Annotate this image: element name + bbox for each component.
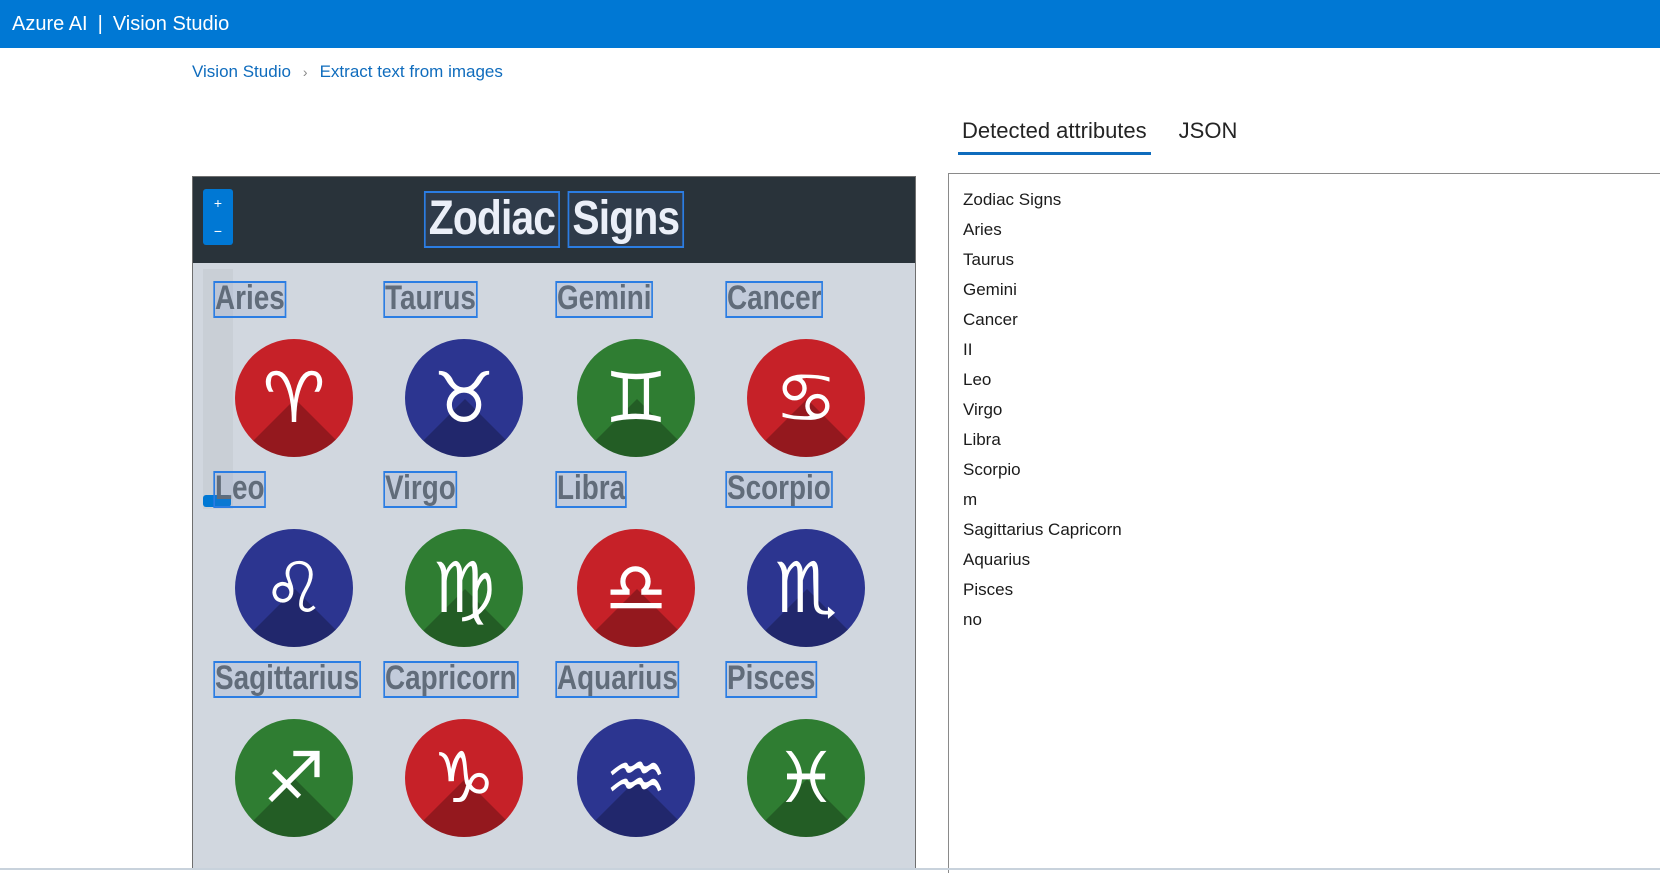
text-bounding-box bbox=[555, 661, 680, 698]
attributes-panel: Zodiac Signs Aries Taurus Gemini Cancer II Leo… bbox=[948, 173, 1660, 873]
text-bounding-box bbox=[725, 281, 824, 318]
text-bounding-box bbox=[383, 661, 519, 698]
attribute-item: Libra bbox=[963, 430, 1001, 449]
aquarius-symbol-icon: ♒ bbox=[577, 719, 695, 837]
zodiac-sign-scorpio: Scorpio bbox=[707, 469, 897, 508]
text-bounding-box bbox=[213, 281, 287, 318]
symbol-glyph: ♊ bbox=[604, 357, 668, 439]
title-word-bounding-box bbox=[567, 191, 685, 248]
symbol-glyph: ♍ bbox=[432, 547, 496, 629]
sign-label: Sagittarius bbox=[213, 659, 361, 698]
zodiac-sign-taurus: Taurus bbox=[365, 279, 555, 318]
attribute-item: m bbox=[963, 490, 978, 509]
sign-label: Virgo bbox=[383, 469, 458, 508]
image-title-word-2: Signs bbox=[567, 191, 685, 248]
attribute-item: no bbox=[963, 610, 982, 629]
attribute-item: II bbox=[963, 340, 973, 359]
symbol-glyph: ♈ bbox=[262, 357, 326, 439]
attribute-item: Leo bbox=[963, 370, 992, 389]
symbol-glyph: ♒ bbox=[604, 737, 668, 819]
sagittarius-symbol-icon: ♐ bbox=[235, 719, 353, 837]
attribute-item: Cancer bbox=[963, 310, 1018, 329]
libra-symbol-icon: ♎ bbox=[577, 529, 695, 647]
sign-label: Cancer bbox=[725, 279, 824, 318]
sign-label: Capricorn bbox=[383, 659, 519, 698]
attribute-item: Aries bbox=[963, 220, 1002, 239]
breadcrumb: Vision Studio › Extract text from images bbox=[192, 62, 503, 82]
gemini-symbol-icon: ♊ bbox=[577, 339, 695, 457]
result-tabs: Detected attributes JSON bbox=[958, 116, 1265, 155]
text-bounding-box bbox=[725, 661, 818, 698]
image-viewer[interactable]: Zodiac Signs + − Aries ♈ Taurus ♉ Gemini ♊ Can… bbox=[192, 176, 916, 870]
text-bounding-box bbox=[383, 281, 478, 318]
zodiac-sign-libra: Libra bbox=[537, 469, 727, 508]
breadcrumb-home-link[interactable]: Vision Studio bbox=[192, 62, 291, 82]
attribute-item: Gemini bbox=[963, 280, 1017, 299]
image-header-band: Zodiac Signs bbox=[193, 177, 915, 263]
text-bounding-box bbox=[555, 471, 627, 508]
sign-label: Leo bbox=[213, 469, 267, 508]
image-title: Zodiac Signs bbox=[247, 191, 861, 248]
sign-label: Libra bbox=[555, 469, 627, 508]
title-word-bounding-box bbox=[423, 191, 561, 248]
attribute-item: Taurus bbox=[963, 250, 1015, 269]
zodiac-sign-capricorn: Capricorn bbox=[365, 659, 555, 698]
sign-label: Pisces bbox=[725, 659, 818, 698]
zodiac-sign-sagittarius: Sagittarius bbox=[195, 659, 385, 698]
symbol-glyph: ♏ bbox=[774, 547, 838, 629]
sign-label: Gemini bbox=[555, 279, 654, 318]
brand-name[interactable]: Azure AI bbox=[12, 13, 88, 36]
text-bounding-box bbox=[383, 471, 458, 508]
zoom-in-button[interactable]: + bbox=[203, 189, 233, 217]
attribute-item: Aquarius bbox=[963, 550, 1031, 569]
zodiac-sign-leo: Leo bbox=[195, 469, 385, 508]
symbol-glyph: ♓ bbox=[774, 737, 838, 819]
chevron-right-icon: › bbox=[302, 64, 308, 80]
symbol-glyph: ♎ bbox=[604, 547, 668, 629]
taurus-symbol-icon: ♉ bbox=[405, 339, 523, 457]
symbol-glyph: ♉ bbox=[432, 357, 496, 439]
sign-label: Taurus bbox=[383, 279, 478, 318]
text-bounding-box bbox=[213, 661, 361, 698]
top-bar: Azure AI | Vision Studio bbox=[0, 0, 1660, 48]
leo-symbol-icon: ♌ bbox=[235, 529, 353, 647]
aries-symbol-icon: ♈ bbox=[235, 339, 353, 457]
symbol-glyph: ♋ bbox=[774, 357, 838, 439]
product-name[interactable]: Vision Studio bbox=[113, 13, 229, 36]
zodiac-sign-pisces: Pisces bbox=[707, 659, 897, 698]
scorpio-symbol-icon: ♏ bbox=[747, 529, 865, 647]
attribute-item: Sagittarius Capricorn bbox=[963, 520, 1122, 539]
breadcrumb-current-link[interactable]: Extract text from images bbox=[320, 62, 503, 82]
attribute-item: Zodiac Signs bbox=[963, 190, 1062, 209]
capricorn-symbol-icon: ♑ bbox=[405, 719, 523, 837]
cancer-symbol-icon: ♋ bbox=[747, 339, 865, 457]
zodiac-sign-aquarius: Aquarius bbox=[537, 659, 727, 698]
image-title-word-1: Zodiac bbox=[423, 191, 561, 248]
text-bounding-box bbox=[213, 471, 267, 508]
pisces-symbol-icon: ♓ bbox=[747, 719, 865, 837]
text-bounding-box bbox=[555, 281, 654, 318]
zodiac-sign-virgo: Virgo bbox=[365, 469, 555, 508]
sign-label: Aquarius bbox=[555, 659, 680, 698]
attributes-list: Zodiac Signs Aries Taurus Gemini Cancer II Leo… bbox=[949, 174, 1660, 638]
zodiac-sign-cancer: Cancer bbox=[707, 279, 897, 318]
sign-label: Aries bbox=[213, 279, 287, 318]
virgo-symbol-icon: ♍ bbox=[405, 529, 523, 647]
symbol-glyph: ♌ bbox=[262, 547, 326, 629]
tab-detected-attributes[interactable]: Detected attributes bbox=[958, 116, 1151, 155]
attribute-item: Pisces bbox=[963, 580, 1014, 599]
symbol-glyph: ♐ bbox=[262, 737, 326, 819]
zoom-controls: + − bbox=[203, 189, 233, 245]
attribute-item: Scorpio bbox=[963, 460, 1021, 479]
zoom-out-button[interactable]: − bbox=[203, 217, 233, 245]
brand-separator: | bbox=[97, 12, 103, 35]
symbol-glyph: ♑ bbox=[432, 737, 496, 819]
tab-json[interactable]: JSON bbox=[1175, 116, 1242, 155]
text-bounding-box bbox=[725, 471, 833, 508]
attribute-item: Virgo bbox=[963, 400, 1003, 419]
sign-label: Scorpio bbox=[725, 469, 833, 508]
zodiac-sign-gemini: Gemini bbox=[537, 279, 727, 318]
zodiac-sign-aries: Aries bbox=[195, 279, 385, 318]
